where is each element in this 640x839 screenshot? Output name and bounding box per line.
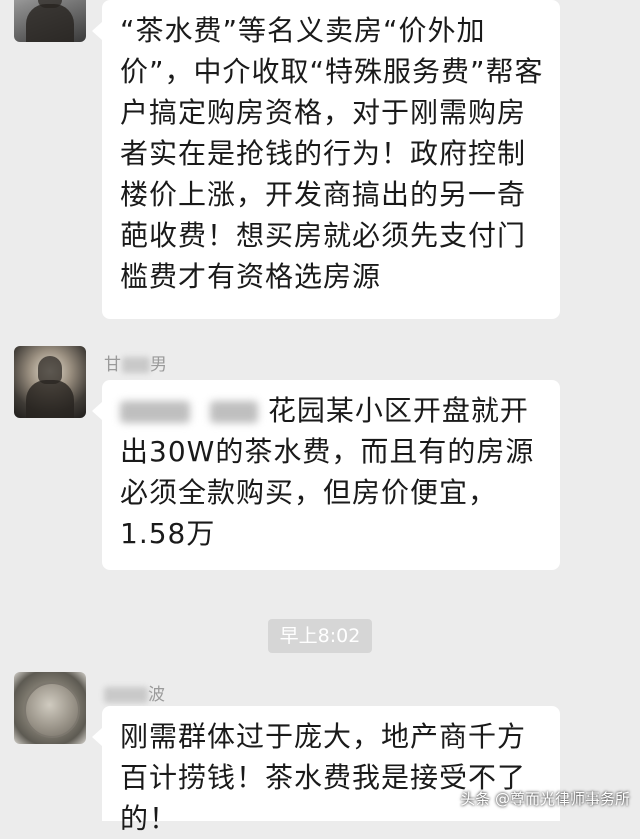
armored-man-avatar-icon[interactable]: [14, 346, 86, 418]
watermark: 头条 @尊而光律师事务所: [460, 790, 630, 808]
redacted-text: [209, 401, 258, 423]
message-text: “茶水费”等名义卖房“价外加价”，中介收取“特殊服务费”帮客户搞定购房资格，对于…: [120, 14, 544, 293]
message-bubble-2[interactable]: 花园某小区开盘就开出30W的茶水费，而且有的房源必须全款购买，但房价便宜，1.5…: [92, 380, 560, 570]
man-avatar-icon[interactable]: [14, 0, 86, 42]
sender-name: 波: [104, 680, 166, 705]
coin-avatar-icon[interactable]: [14, 672, 86, 744]
timestamp-badge: 早上8:02: [268, 619, 372, 653]
sender-name: 甘男: [104, 355, 168, 375]
message-text: 刚需群体过于庞大，地产商千方百计捞钱！茶水费我是接受不了的！: [120, 720, 527, 835]
message-bubble-1[interactable]: “茶水费”等名义卖房“价外加价”，中介收取“特殊服务费”帮客户搞定购房资格，对于…: [92, 0, 560, 319]
redacted-text: [120, 401, 190, 423]
